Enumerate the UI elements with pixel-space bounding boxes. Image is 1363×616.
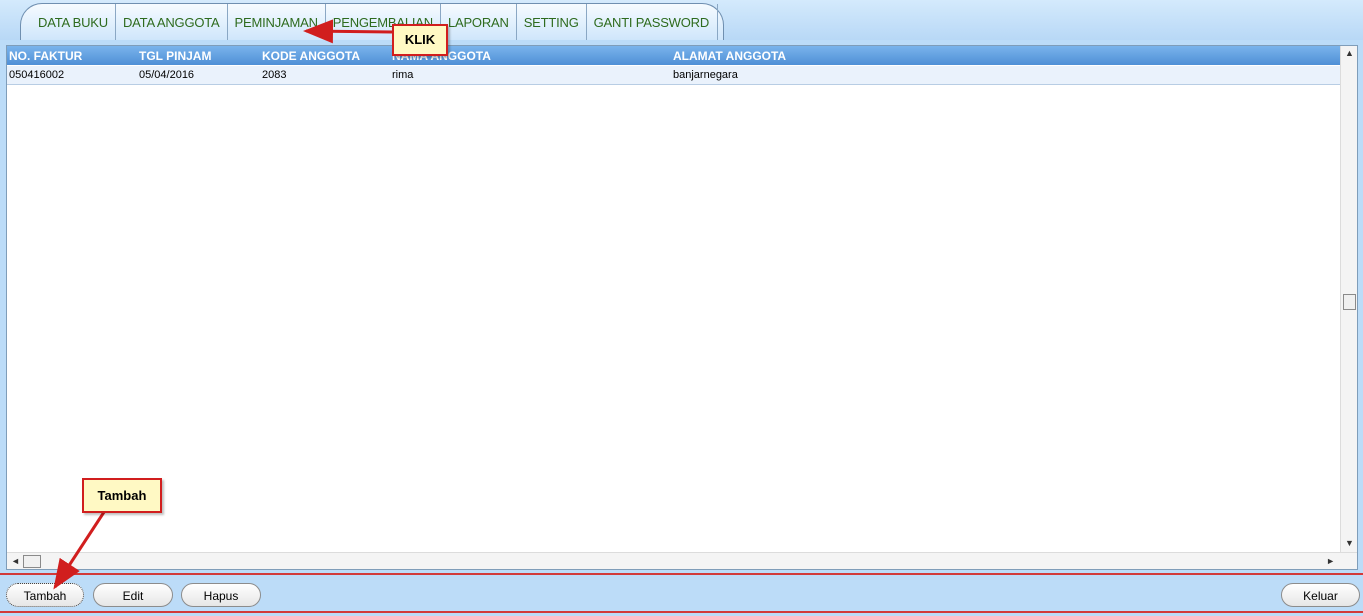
cell-tgl-pinjam: 05/04/2016 [139, 69, 195, 81]
hapus-button[interactable]: Hapus [181, 583, 261, 607]
column-header-tgl-pinjam[interactable]: TGL PINJAM [139, 49, 211, 63]
tab-laporan[interactable]: LAPORAN [441, 4, 517, 40]
vertical-scrollbar[interactable]: ▲ ▼ [1340, 46, 1357, 554]
bottom-divider [0, 611, 1363, 613]
peminjaman-grid[interactable]: NO. FAKTUR TGL PINJAM KODE ANGGOTA NAMA … [6, 45, 1358, 570]
scroll-up-icon[interactable]: ▲ [1345, 48, 1354, 58]
table-row[interactable]: 050416002 05/04/2016 2083 rima banjarneg… [7, 66, 1342, 85]
horizontal-scroll-thumb[interactable] [23, 555, 41, 568]
tambah-button[interactable]: Tambah [6, 583, 84, 607]
scroll-right-icon[interactable]: ► [1326, 556, 1335, 566]
scroll-down-icon[interactable]: ▼ [1345, 538, 1354, 548]
tab-data-anggota[interactable]: DATA ANGGOTA [116, 4, 228, 40]
tab-strip: DATA BUKU DATA ANGGOTA PEMINJAMAN PENGEM… [20, 3, 724, 40]
column-header-no-faktur[interactable]: NO. FAKTUR [9, 49, 82, 63]
horizontal-scrollbar[interactable]: ◄ ► [7, 552, 1357, 569]
tab-setting[interactable]: SETTING [517, 4, 587, 40]
cell-kode-anggota: 2083 [262, 69, 287, 81]
cell-nama-anggota: rima [392, 69, 414, 81]
vertical-scroll-thumb[interactable] [1343, 294, 1356, 310]
tab-ganti-password[interactable]: GANTI PASSWORD [587, 4, 719, 40]
tab-data-buku[interactable]: DATA BUKU [31, 4, 116, 40]
cell-alamat-anggota: banjarnegara [673, 69, 738, 81]
keluar-button[interactable]: Keluar [1281, 583, 1360, 607]
scroll-left-icon[interactable]: ◄ [11, 556, 20, 566]
edit-button[interactable]: Edit [93, 583, 173, 607]
column-header-alamat-anggota[interactable]: ALAMAT ANGGOTA [673, 49, 786, 63]
grid-header: NO. FAKTUR TGL PINJAM KODE ANGGOTA NAMA … [7, 46, 1342, 65]
column-header-kode-anggota[interactable]: KODE ANGGOTA [262, 49, 360, 63]
callout-klik: KLIK [392, 24, 448, 56]
callout-tambah: Tambah [82, 478, 162, 513]
cell-no-faktur: 050416002 [9, 69, 65, 81]
tab-bar: DATA BUKU DATA ANGGOTA PEMINJAMAN PENGEM… [0, 0, 1363, 40]
tab-peminjaman[interactable]: PEMINJAMAN [228, 4, 326, 40]
button-bar: Tambah Edit Hapus Keluar [0, 573, 1363, 616]
